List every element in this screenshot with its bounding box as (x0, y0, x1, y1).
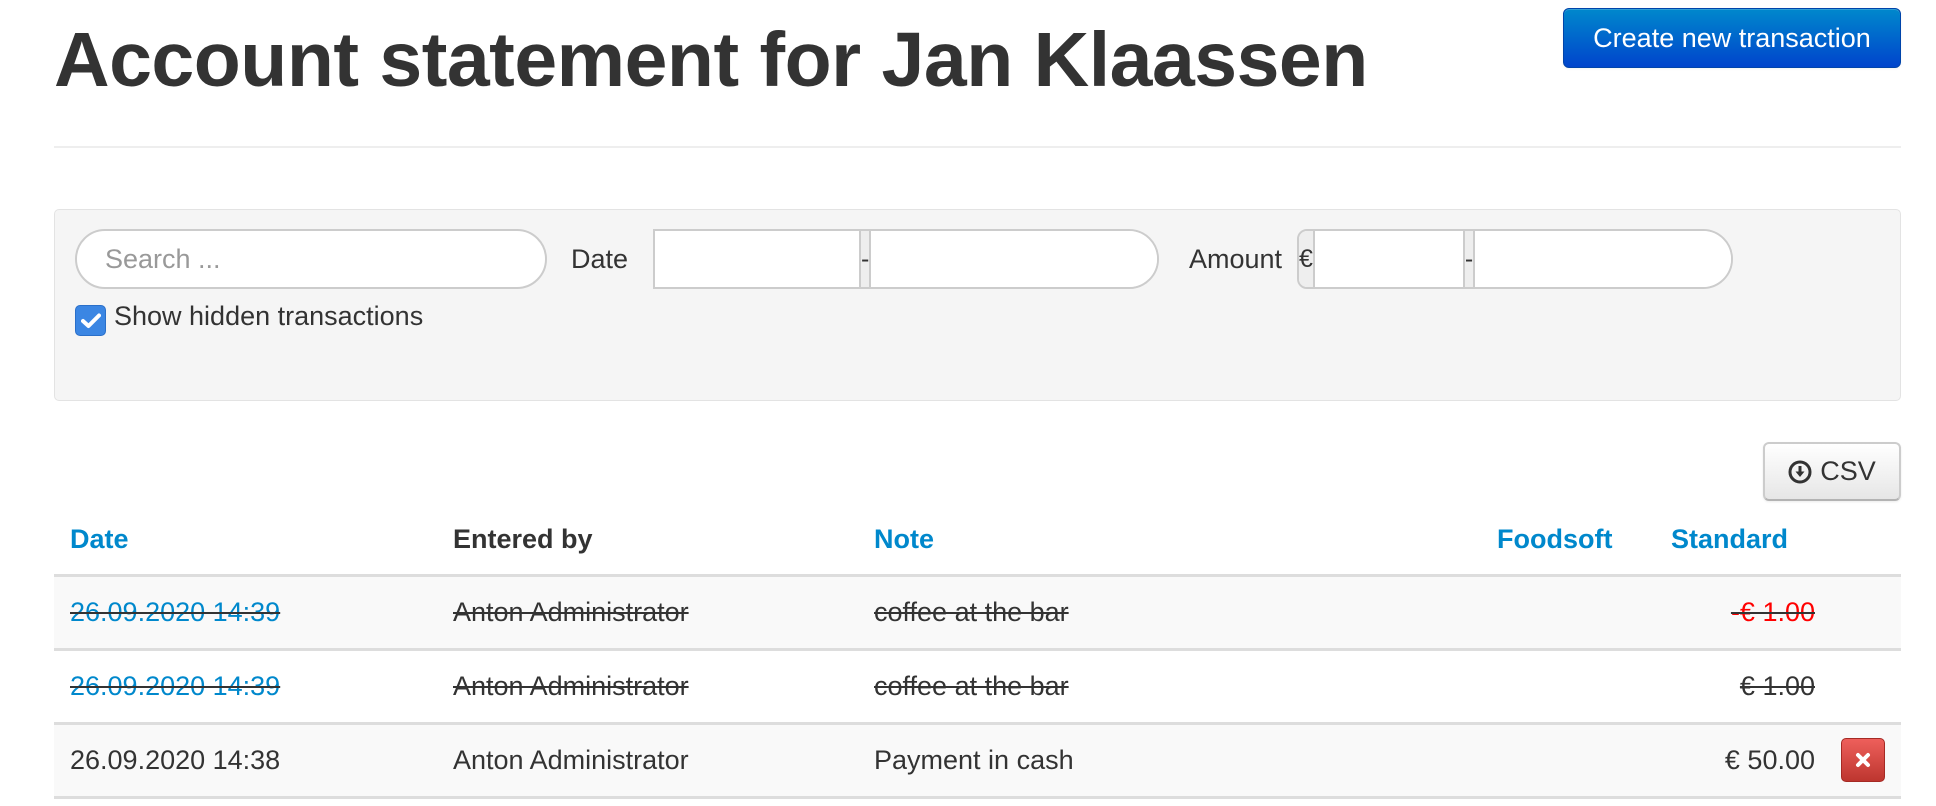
amount-label: Amount (1189, 244, 1283, 274)
column-header-standard[interactable]: Standard (1671, 505, 1831, 577)
checkmark-icon (80, 313, 101, 328)
standard-amount: -€ 1.00 (1730, 596, 1815, 627)
table-row: 26.09.2020 14:39 Anton Administrator cof… (54, 649, 1901, 725)
table-row: 26.09.2020 14:39 Anton Administrator cof… (54, 575, 1901, 651)
entered-by: Anton Administrator (453, 670, 689, 701)
show-hidden-checkbox[interactable] (75, 305, 106, 336)
entered-by: Anton Administrator (453, 744, 689, 775)
column-header-entered-by: Entered by (437, 505, 858, 577)
entered-by: Anton Administrator (453, 596, 689, 627)
table-header-row: Date Entered by Note Foodsoft Standard (54, 505, 1901, 577)
amount-to-input[interactable] (1475, 231, 1731, 287)
column-header-actions (1831, 505, 1901, 577)
transaction-date: 26.09.2020 14:38 (70, 744, 281, 775)
csv-label: CSV (1820, 456, 1876, 486)
amount-from-input[interactable] (1314, 231, 1463, 287)
filter-panel: Date - Amount € - Show hidden transactio… (54, 209, 1901, 401)
row-actions (1831, 723, 1901, 799)
date-label: Date (571, 244, 629, 274)
page-title: Account statement for Jan Klaassen (54, 17, 1368, 103)
note: coffee at the bar (874, 670, 1069, 701)
currency-addon: € (1299, 231, 1315, 287)
date-to-input[interactable] (871, 231, 1157, 287)
transaction-date-link[interactable]: 26.09.2020 14:39 (70, 671, 280, 701)
create-transaction-button[interactable]: Create new transaction (1563, 8, 1901, 68)
amount-range-group: € - (1297, 229, 1733, 289)
delete-transaction-button[interactable] (1841, 738, 1885, 782)
date-from-input[interactable] (655, 231, 859, 287)
row-actions (1831, 649, 1901, 725)
standard-amount: € 50.00 (1724, 744, 1815, 775)
note: coffee at the bar (874, 596, 1069, 627)
column-header-foodsoft[interactable]: Foodsoft (1497, 505, 1671, 577)
date-range-separator: - (859, 231, 872, 287)
note: Payment in cash (874, 744, 1074, 775)
header-divider (54, 146, 1901, 148)
date-range-group: - (653, 229, 1159, 289)
close-icon (1856, 753, 1870, 767)
column-header-date[interactable]: Date (54, 505, 437, 577)
transaction-date-link[interactable]: 26.09.2020 14:39 (70, 597, 280, 627)
standard-amount: € 1.00 (1739, 670, 1815, 701)
transactions-table: Date Entered by Note Foodsoft Standard 2… (54, 505, 1901, 799)
download-circle-icon (1788, 460, 1812, 483)
csv-export-button[interactable]: CSV (1763, 442, 1901, 501)
row-actions (1831, 575, 1901, 651)
show-hidden-toggle[interactable]: Show hidden transactions (75, 297, 423, 336)
amount-range-separator: - (1462, 231, 1476, 287)
column-header-note[interactable]: Note (858, 505, 1497, 577)
table-row: 26.09.2020 14:38 Anton Administrator Pay… (54, 723, 1901, 799)
account-statement-page: Account statement for Jan Klaassen Creat… (0, 0, 1936, 806)
search-input[interactable] (75, 229, 547, 289)
show-hidden-label: Show hidden transactions (114, 301, 424, 331)
